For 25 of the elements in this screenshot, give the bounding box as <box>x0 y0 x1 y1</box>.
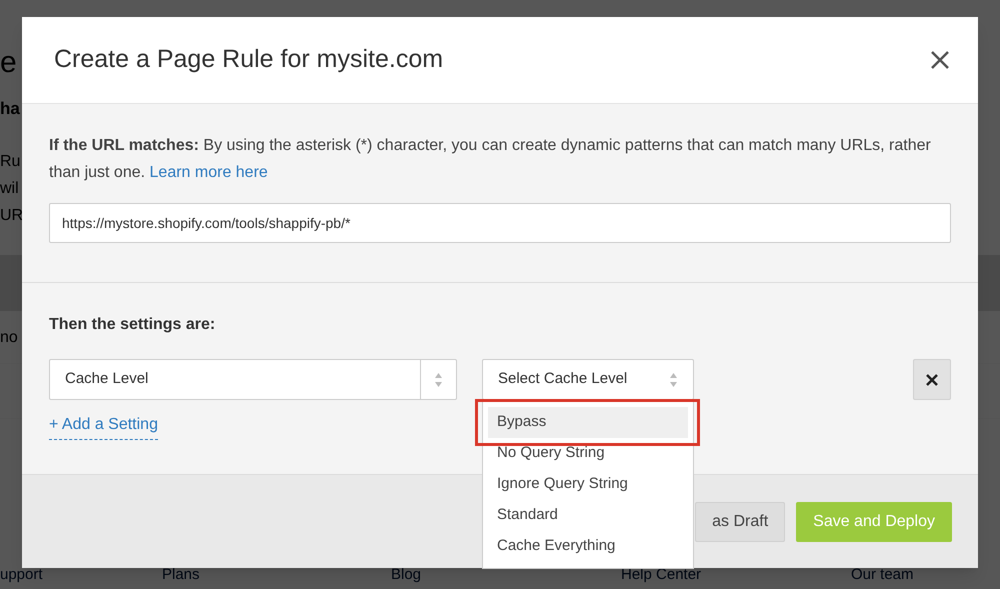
page-heading: e <box>0 48 17 78</box>
url-match-description: If the URL matches: By using the asterisk (*) character, you can create dynamic patterns that can match many URLs, rather than just one. Learn more here <box>49 136 932 183</box>
sort-arrows-icon <box>434 372 443 388</box>
settings-heading: Then the settings are: <box>49 315 216 335</box>
dropdown-option[interactable]: Cache Everything <box>488 531 688 562</box>
add-setting-link[interactable]: + Add a Setting <box>49 413 158 440</box>
dialog-title: Create a Page Rule for mysite.com <box>54 44 444 76</box>
remove-setting-button[interactable] <box>913 359 951 400</box>
close-icon <box>926 374 938 386</box>
save-draft-button[interactable]: as Draft <box>695 502 786 542</box>
page-text: Ru <box>0 152 20 172</box>
page-text: UR <box>0 206 24 226</box>
url-input-field[interactable]: https://mystore.shopify.com/tools/shappify-pb/* <box>49 203 951 243</box>
cache-level-select[interactable]: Select Cache Level <box>482 359 694 400</box>
dropdown-option[interactable]: Ignore Query String <box>488 469 688 500</box>
setting-select[interactable]: Cache Level <box>49 359 457 400</box>
page-text: wil <box>0 179 19 199</box>
dropdown-option[interactable]: Bypass <box>488 407 688 438</box>
dropdown-option[interactable]: No Query String <box>488 438 688 469</box>
sort-arrows-icon <box>669 372 678 388</box>
learn-more-link[interactable]: Learn more here <box>150 164 268 181</box>
table-cell-text: no <box>0 328 18 348</box>
close-icon[interactable] <box>930 50 950 70</box>
page-subheading: ha <box>0 98 20 120</box>
dropdown-option[interactable]: Standard <box>488 500 688 531</box>
